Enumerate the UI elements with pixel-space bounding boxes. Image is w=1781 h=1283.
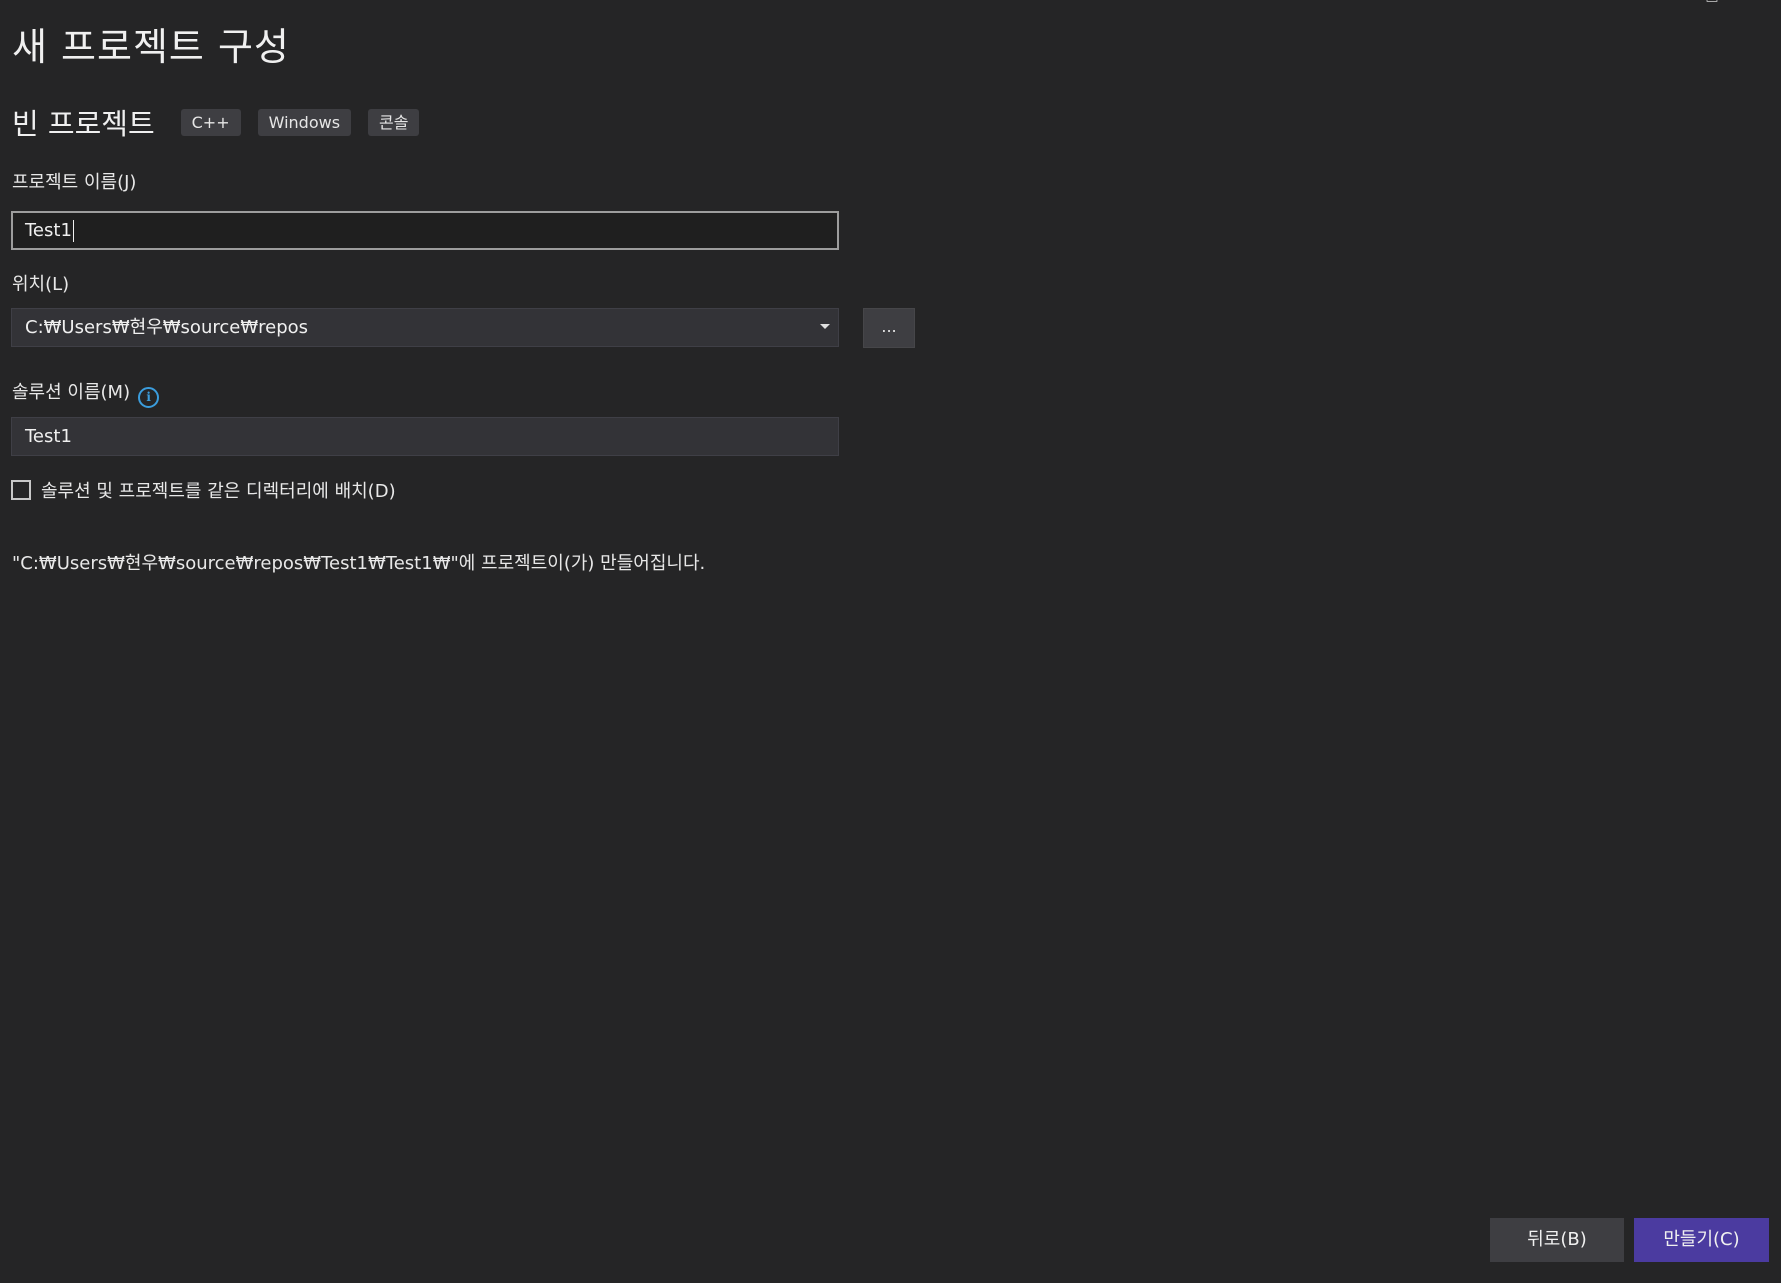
back-button[interactable]: 뒤로(B) <box>1490 1218 1624 1262</box>
tag-project-type: 콘솔 <box>368 108 420 136</box>
project-path-info: "C:₩Users₩현우₩source₩repos₩Test1₩Test1₩"에… <box>12 553 706 574</box>
template-name: 빈 프로젝트 <box>12 107 155 141</box>
location-label: 위치(L) <box>12 274 70 295</box>
solution-name-label: 솔루션 이름(M) <box>12 382 131 403</box>
solution-name-value: Test1 <box>25 426 72 447</box>
chevron-down-icon[interactable] <box>820 324 830 329</box>
solution-name-input[interactable]: Test1 <box>11 417 839 456</box>
same-directory-checkbox[interactable] <box>11 480 31 500</box>
same-directory-option[interactable]: 솔루션 및 프로젝트를 같은 디렉터리에 배치(D) <box>11 477 396 503</box>
solution-name-label-row: 솔루션 이름(M) i <box>12 378 160 408</box>
page-title: 새 프로젝트 구성 <box>12 25 290 69</box>
location-combobox[interactable]: C:₩Users₩현우₩source₩repos <box>11 308 839 347</box>
maximize-icon[interactable]: □ <box>1689 0 1735 6</box>
create-button[interactable]: 만들기(C) <box>1634 1218 1769 1262</box>
project-name-label: 프로젝트 이름(J) <box>12 172 137 193</box>
same-directory-label[interactable]: 솔루션 및 프로젝트를 같은 디렉터리에 배치(D) <box>41 477 396 503</box>
browse-location-button[interactable]: ... <box>863 308 915 348</box>
window-controls: □ ✕ <box>1689 0 1781 6</box>
tag-language: C++ <box>180 108 241 136</box>
info-icon[interactable]: i <box>138 386 160 408</box>
close-icon[interactable]: ✕ <box>1735 0 1781 6</box>
tag-platform: Windows <box>257 108 352 136</box>
configure-project-window: □ ✕ 새 프로젝트 구성 빈 프로젝트 C++ Windows 콘솔 프로젝트… <box>0 0 1781 1283</box>
template-header: 빈 프로젝트 C++ Windows 콘솔 <box>12 101 436 143</box>
location-value: C:₩Users₩현우₩source₩repos <box>25 317 309 338</box>
text-caret <box>72 220 74 242</box>
project-name-value: Test1 <box>25 220 72 241</box>
project-name-input[interactable]: Test1 <box>11 211 839 250</box>
